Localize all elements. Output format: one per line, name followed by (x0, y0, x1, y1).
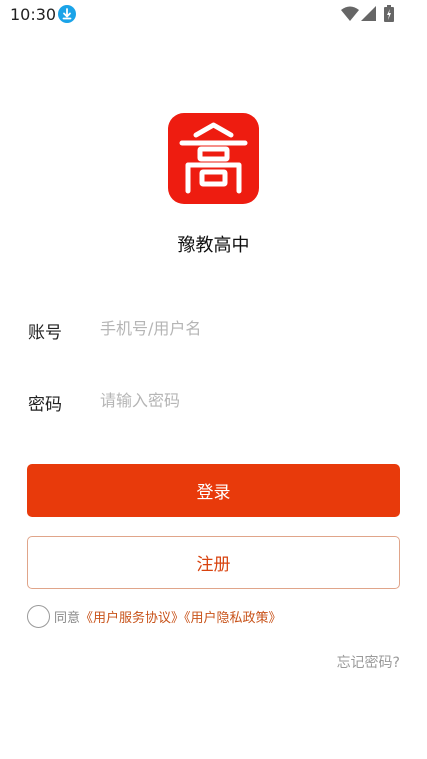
battery-icon (384, 5, 394, 26)
account-label: 账号 (28, 323, 62, 343)
password-input[interactable] (100, 387, 400, 413)
wifi-icon (341, 6, 359, 25)
service-agreement-link[interactable]: 《用户服务协议》 (80, 611, 184, 626)
password-label: 密码 (28, 395, 62, 415)
login-screen: 10:30 豫教高中 账号 手机号/用户名 密码 登录 注册 同意《用户服务协议… (0, 0, 427, 759)
signal-icon (361, 6, 376, 25)
privacy-policy-link[interactable]: 《用户隐私政策》 (184, 611, 282, 626)
download-icon (58, 5, 76, 23)
app-name: 豫教高中 (177, 235, 250, 256)
forgot-password-link[interactable]: 忘记密码? (337, 652, 400, 672)
register-button[interactable]: 注册 (27, 536, 400, 589)
agreement-checkbox[interactable] (27, 605, 50, 628)
app-logo (168, 113, 259, 204)
status-bar: 10:30 (0, 0, 427, 30)
agreement-text: 同意《用户服务协议》《用户隐私政策》 (54, 607, 282, 626)
login-button[interactable]: 登录 (27, 464, 400, 517)
agreement-prefix: 同意 (54, 611, 81, 626)
account-input[interactable] (100, 315, 400, 341)
status-time: 10:30 (10, 5, 57, 24)
